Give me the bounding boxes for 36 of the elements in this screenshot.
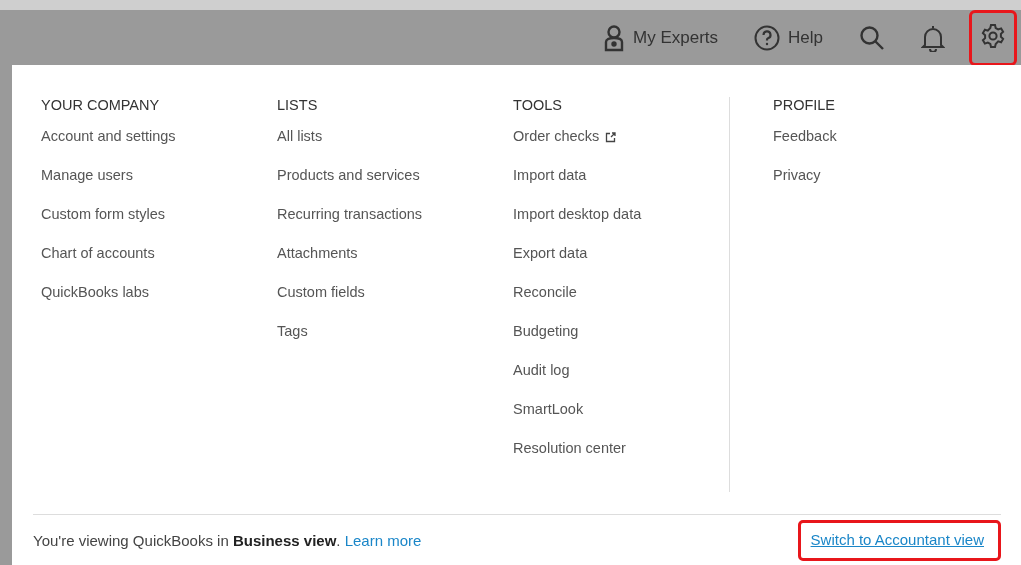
switch-view-link[interactable]: Switch to Accountant view: [797, 519, 1001, 561]
view-message: You're viewing QuickBooks in Business view. Learn more: [33, 531, 422, 549]
menu-item[interactable]: Products and services: [277, 167, 494, 206]
learn-more-link[interactable]: Learn more: [344, 531, 422, 549]
menu-item[interactable]: SmartLook: [513, 401, 717, 440]
menu-item[interactable]: Attachments: [277, 245, 494, 284]
menu-item[interactable]: Import desktop data: [513, 206, 717, 245]
help-button[interactable]: Help: [742, 14, 835, 61]
menu-item[interactable]: Custom form styles: [41, 206, 258, 245]
menu-item[interactable]: Order checks: [513, 128, 717, 167]
settings-icon: [980, 22, 1006, 49]
menu-item[interactable]: Feedback: [773, 128, 989, 167]
menu-item[interactable]: Budgeting: [513, 323, 717, 362]
bell-icon: [921, 23, 945, 52]
menu-item[interactable]: Custom fields: [277, 284, 494, 323]
help-icon: [754, 24, 781, 51]
person-icon: [603, 23, 625, 52]
menu-item[interactable]: Manage users: [41, 167, 258, 206]
menu-heading: TOOLS: [513, 97, 563, 113]
menu-item[interactable]: QuickBooks labs: [41, 284, 258, 323]
menu-item[interactable]: Audit log: [513, 362, 717, 401]
menu-item[interactable]: Export data: [513, 245, 717, 284]
menu-item[interactable]: Recurring transactions: [277, 206, 494, 245]
menu-item[interactable]: Privacy: [773, 167, 989, 206]
menu-heading: LISTS: [277, 97, 319, 113]
menu-item[interactable]: Import data: [513, 167, 717, 206]
menu-heading: YOUR COMPANY: [41, 97, 161, 113]
search-icon: [859, 24, 885, 51]
menu-item[interactable]: Account and settings: [41, 128, 258, 167]
menu-heading: PROFILE: [773, 97, 837, 113]
menu-item[interactable]: Resolution center: [513, 440, 717, 479]
my-experts-button[interactable]: My Experts: [591, 13, 731, 62]
menu-item[interactable]: Chart of accounts: [41, 245, 258, 284]
menu-item[interactable]: All lists: [277, 128, 494, 167]
menu-item[interactable]: Reconcile: [513, 284, 717, 323]
menu-item[interactable]: Tags: [277, 323, 494, 362]
